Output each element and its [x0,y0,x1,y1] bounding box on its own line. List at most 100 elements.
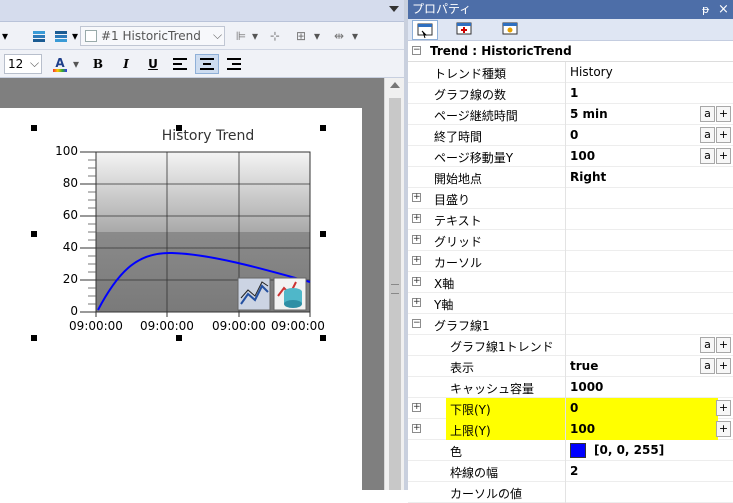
variable-button[interactable]: a [700,106,715,122]
center-icon[interactable]: ⊹ [266,26,284,46]
align-text-left-icon[interactable] [170,54,190,74]
font-color-arrow-icon[interactable]: ▾ [71,54,81,74]
variable-button[interactable]: a [700,358,715,374]
dropdown-arrow-icon[interactable] [389,6,399,12]
property-row-visible[interactable]: 表示 true a + [408,356,733,377]
italic-button[interactable]: I [116,54,136,74]
expression-button[interactable]: + [716,337,731,353]
property-row-grid[interactable]: + グリッド [408,230,733,251]
expand-icon[interactable]: + [412,193,421,202]
layers-arrow-icon[interactable]: ▾ [70,26,80,46]
expand-icon[interactable]: + [412,298,421,307]
property-row-y-axis[interactable]: + Y軸 [408,293,733,314]
property-row-color[interactable]: 色 [0, 0, 255] [408,440,733,461]
property-row-cache-size[interactable]: キャッシュ容量 1000 [408,377,733,398]
expand-icon[interactable]: + [412,256,421,265]
align-arrow-icon[interactable]: ▾ [250,26,260,46]
design-canvas[interactable]: History Trend 100 80 60 40 20 0 09:00:00… [0,78,384,490]
property-label: グラフ線1 [434,319,490,333]
property-view-icon[interactable] [412,20,438,40]
property-label: 下限(Y) [450,403,491,417]
property-row-line-count[interactable]: グラフ線の数 1 [408,83,733,104]
layers-up-icon[interactable] [52,26,70,46]
expression-button[interactable]: + [716,148,731,164]
scroll-thumb[interactable] [389,98,401,490]
screen-page[interactable]: History Trend 100 80 60 40 20 0 09:00:00… [0,108,362,490]
vertical-scrollbar[interactable] [384,78,404,490]
layers-down-icon[interactable] [30,26,48,46]
property-value[interactable]: 1000 [570,380,603,394]
expression-button[interactable]: + [716,421,731,437]
property-value[interactable]: 2 [570,464,578,478]
property-row-cursor-value[interactable]: カーソルの値 [408,482,733,503]
expression-button[interactable]: + [716,358,731,374]
historic-trend-widget[interactable]: History Trend 100 80 60 40 20 0 09:00:00… [0,108,362,368]
property-row-page-shift[interactable]: ページ移動量Y 100 a + [408,146,733,167]
expand-icon[interactable]: + [412,424,421,433]
expand-icon[interactable]: + [412,235,421,244]
property-value[interactable]: History [570,65,613,79]
trend-view-icon [237,277,271,311]
font-color-icon[interactable]: A [50,54,70,74]
expression-button[interactable]: + [716,106,731,122]
x-tick-label: 09:00:00 [140,319,194,333]
y-tick-label: 80 [62,176,78,190]
y-tick-label: 0 [70,304,78,318]
spacing-icon[interactable]: ⇹ [330,26,348,46]
property-row-x-axis[interactable]: + X軸 [408,272,733,293]
property-value[interactable]: 0 [570,128,578,142]
property-value[interactable]: 1 [570,86,578,100]
variable-button[interactable]: a [700,337,715,353]
property-value[interactable]: [0, 0, 255] [594,443,664,457]
property-value[interactable]: 5 min [570,107,608,121]
collapse-icon[interactable]: − [412,46,421,55]
property-value[interactable]: 0 [570,401,578,415]
expand-icon[interactable]: + [412,403,421,412]
variable-button[interactable]: a [700,127,715,143]
property-row-line-1-trend[interactable]: グラフ線1トレンド a + [408,335,733,356]
align-text-center-icon[interactable] [195,54,219,74]
property-row-border-width[interactable]: 枠線の幅 2 [408,461,733,482]
expand-icon[interactable]: + [412,214,421,223]
align-left-icon[interactable]: ⊫ [232,26,250,46]
property-label: X軸 [434,277,455,291]
layer-menu-arrow-icon[interactable]: ▾ [0,26,10,46]
distribute-icon[interactable]: ⊞ [292,26,310,46]
property-row-graph-line-1[interactable]: − グラフ線1 [408,314,733,335]
property-row-upper-limit[interactable]: + 上限(Y) 100 + [408,419,733,440]
expression-button[interactable]: + [716,127,731,143]
variable-button[interactable]: a [700,148,715,164]
collapse-icon[interactable]: − [412,319,421,328]
property-row-cursor[interactable]: + カーソル [408,251,733,272]
property-row-end-time[interactable]: 終了時間 0 a + [408,125,733,146]
properties-header: プロパティ ᵽ × [408,0,733,19]
scroll-up-icon[interactable] [390,82,400,88]
property-group-trend[interactable]: − Trend : HistoricTrend [408,41,733,62]
bold-button[interactable]: B [88,54,108,74]
expression-button[interactable]: + [716,400,731,416]
property-row-page-duration[interactable]: ページ継続時間 5 min a + [408,104,733,125]
align-text-right-icon[interactable] [224,54,244,74]
property-value[interactable]: 100 [570,149,595,163]
property-value[interactable]: 100 [570,422,595,436]
property-row-start-position[interactable]: 開始地点 Right [408,167,733,188]
property-row-scale[interactable]: + 目盛り [408,188,733,209]
color-swatch[interactable] [570,443,586,458]
x-tick-label: 09:00:00 [69,319,123,333]
font-size-select[interactable]: 12 ⌵ [4,54,42,74]
property-row-text[interactable]: + テキスト [408,209,733,230]
close-icon[interactable]: × [718,0,729,19]
object-select[interactable]: #1 HistoricTrend ⌵ [80,26,225,46]
property-row-lower-limit[interactable]: + 下限(Y) 0 + [408,398,733,419]
add-property-icon[interactable] [454,20,476,40]
property-value[interactable]: true [570,359,598,373]
spacing-arrow-icon[interactable]: ▾ [350,26,360,46]
property-row-trend-type[interactable]: トレンド種類 History [408,62,733,83]
distribute-arrow-icon[interactable]: ▾ [312,26,322,46]
pin-icon[interactable]: ᵽ [702,0,709,19]
underline-button[interactable]: U [143,54,163,74]
property-value[interactable]: Right [570,170,606,184]
toolbar-text: 12 ⌵ A ▾ B I U [0,50,404,78]
event-view-icon[interactable] [500,20,522,40]
expand-icon[interactable]: + [412,277,421,286]
